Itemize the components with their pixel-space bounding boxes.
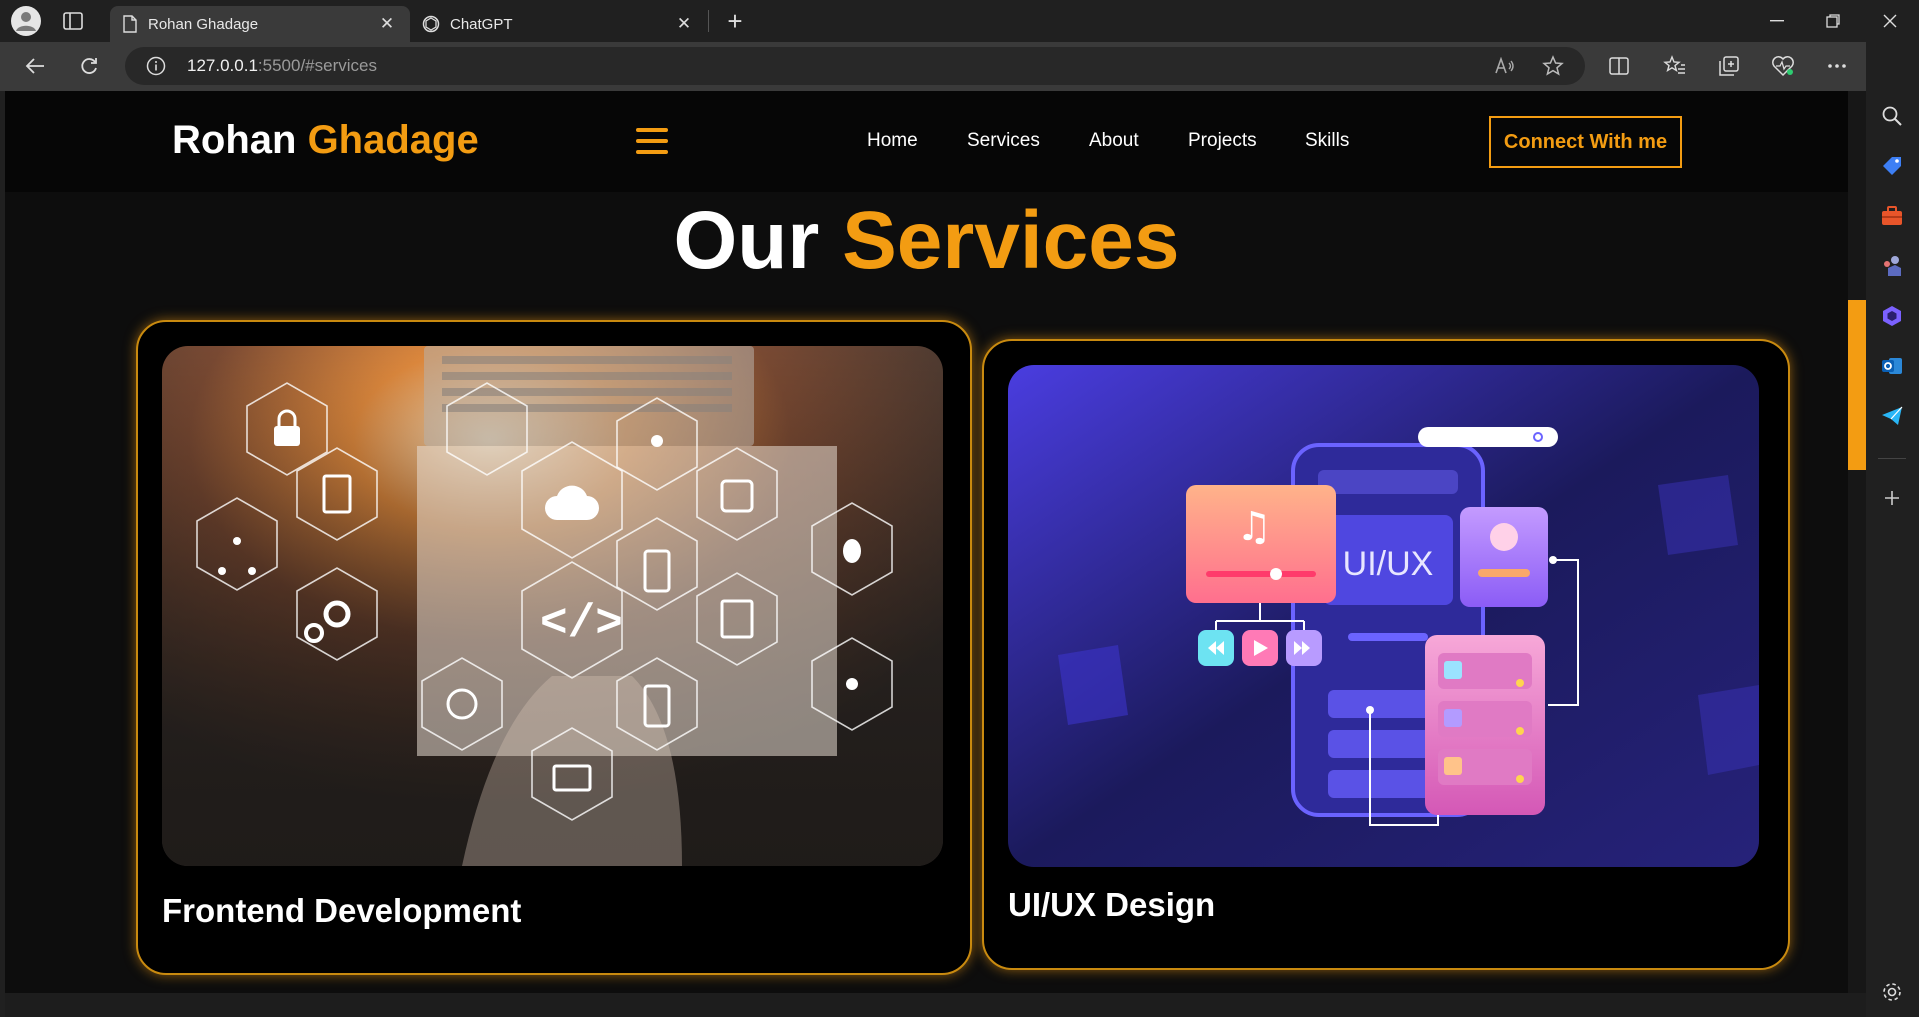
page-viewport: Rohan Ghadage Home Services About Projec… [5, 91, 1848, 993]
page-icon [123, 15, 137, 33]
edge-sidebar [1866, 42, 1919, 1017]
tab-bar: Rohan Ghadage ✕ ChatGPT ✕ + [0, 0, 1919, 42]
search-icon[interactable] [1874, 98, 1910, 134]
read-aloud-icon[interactable] [1486, 47, 1524, 85]
url-text: 127.0.0.1:5500/#services [187, 56, 377, 75]
close-tab-icon[interactable]: ✕ [673, 13, 695, 35]
split-screen-icon[interactable] [1600, 47, 1638, 85]
chatgpt-icon [422, 15, 440, 33]
service-card-uiux[interactable]: UI/UX ♫ UI/UX Design [982, 339, 1790, 970]
favorites-icon[interactable] [1656, 47, 1694, 85]
close-tab-icon[interactable]: ✕ [376, 13, 398, 35]
connect-button[interactable]: Connect With me [1489, 116, 1682, 168]
nav-link-about[interactable]: About [1089, 130, 1139, 152]
restore-icon[interactable] [1805, 0, 1861, 42]
collections-icon[interactable] [1710, 47, 1748, 85]
services-heading: Our Services [673, 195, 1180, 286]
card-title: Frontend Development [162, 892, 522, 929]
nav-link-home[interactable]: Home [867, 130, 918, 152]
shopping-tag-icon[interactable] [1874, 148, 1910, 184]
refresh-icon[interactable] [70, 47, 108, 85]
nav-link-projects[interactable]: Projects [1188, 130, 1257, 152]
tab-title: ChatGPT [450, 15, 513, 33]
site-navbar: Rohan Ghadage Home Services About Projec… [5, 91, 1848, 192]
site-info-icon[interactable] [146, 56, 166, 76]
minimize-icon[interactable] [1749, 0, 1805, 42]
more-options-icon[interactable] [1818, 47, 1856, 85]
tab-chatgpt[interactable]: ChatGPT ✕ [410, 6, 707, 42]
card-title: UI/UX Design [1008, 886, 1216, 923]
tab-actions-icon[interactable] [62, 11, 84, 31]
nav-link-services[interactable]: Services [967, 130, 1040, 152]
outlook-icon[interactable] [1874, 348, 1910, 384]
games-icon[interactable] [1874, 248, 1910, 284]
copilot-app-icon[interactable] [1874, 298, 1910, 334]
telegram-send-icon[interactable] [1874, 398, 1910, 434]
sidebar-settings-gear-icon[interactable] [1874, 974, 1910, 1010]
browser-essentials-icon[interactable] [1764, 47, 1802, 85]
new-tab-icon[interactable]: + [722, 6, 748, 36]
tab-title: Rohan Ghadage [148, 15, 259, 33]
page-scrollbar[interactable] [1848, 91, 1866, 993]
tab-divider [708, 10, 709, 32]
uiux-design-image: UI/UX ♫ [1008, 365, 1759, 867]
uiux-image-text: UI/UX [1343, 545, 1434, 583]
back-icon[interactable] [16, 47, 54, 85]
nav-link-skills[interactable]: Skills [1305, 130, 1349, 152]
sidebar-divider [1878, 458, 1906, 459]
profile-avatar-icon[interactable] [11, 6, 41, 36]
svg-text:</>: </> [540, 598, 623, 650]
site-logo[interactable]: Rohan Ghadage [172, 118, 479, 163]
close-window-icon[interactable] [1862, 0, 1918, 42]
svg-text:♫: ♫ [1236, 504, 1272, 550]
tab-rohan-ghadage[interactable]: Rohan Ghadage ✕ [110, 6, 410, 42]
tools-briefcase-icon[interactable] [1874, 198, 1910, 234]
scrollbar-thumb[interactable] [1848, 300, 1866, 470]
add-sidebar-app-icon[interactable] [1874, 480, 1910, 516]
page-bottom-strip [5, 993, 1866, 1017]
service-card-frontend[interactable]: </> Frontend Development [136, 320, 972, 975]
hamburger-menu-icon[interactable] [636, 128, 668, 154]
frontend-development-image: </> [162, 346, 943, 866]
favorite-star-icon[interactable] [1534, 47, 1572, 85]
